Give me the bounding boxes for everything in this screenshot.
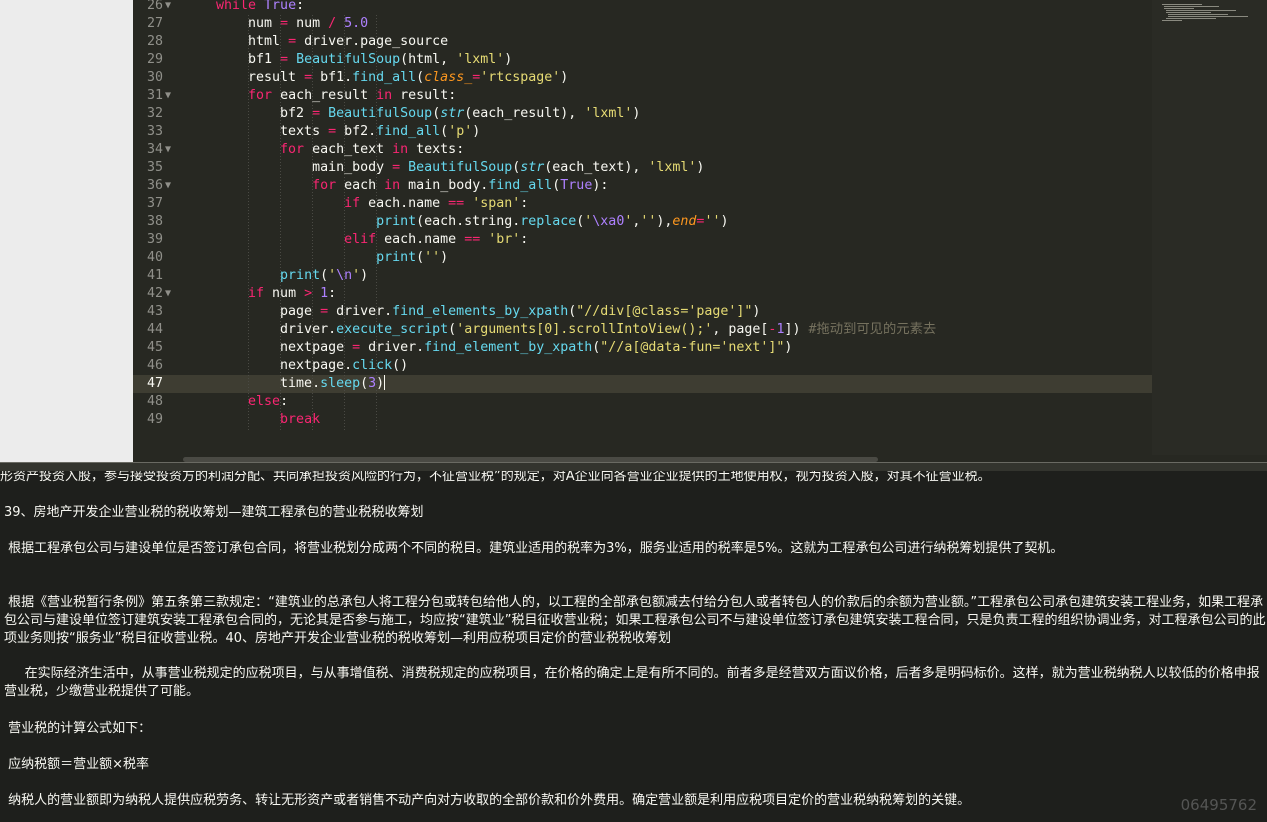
code-text[interactable]: driver.execute_script('arguments[0].scro…: [216, 321, 936, 339]
code-text[interactable]: html = driver.page_source: [216, 33, 448, 51]
code-line[interactable]: 26 ▼ while True:: [133, 0, 1153, 15]
code-editor[interactable]: 26 ▼ while True: 27 num = num / 5.0 28 html …: [133, 0, 1267, 462]
code-line[interactable]: 34 ▼ for each_text in texts:: [133, 141, 1153, 159]
line-number: 38: [146, 214, 163, 229]
output-line: 在实际经济生活中，从事营业税规定的应税项目，与从事增值税、消费税规定的应税项目，…: [4, 666, 1260, 699]
line-number: 48: [146, 394, 163, 409]
code-line[interactable]: 32 bf2 = BeautifulSoup(str(each_result),…: [133, 105, 1153, 123]
code-line[interactable]: 46 nextpage.click(): [133, 357, 1153, 375]
fold-toggle-icon[interactable]: ▼: [165, 87, 177, 105]
code-text[interactable]: print('\n'): [216, 267, 368, 285]
code-line[interactable]: 38 print(each.string.replace('\xa0',''),…: [133, 213, 1153, 231]
output-line: 营业税的计算公式如下：: [4, 721, 152, 736]
fold-toggle-icon[interactable]: ▼: [165, 141, 177, 159]
indent-guide: [344, 15, 345, 430]
line-number: 46: [146, 358, 163, 373]
code-line[interactable]: 33 texts = bf2.find_all('p'): [133, 123, 1153, 141]
line-number: 30: [146, 70, 163, 85]
output-line: 39、房地产开发企业营业税的税收筹划—建筑工程承包的营业税税收筹划: [4, 505, 424, 520]
output-panel: 形资产投资入股，参与接受投资方的利润分配、共同承担投资风险的行为，不征营业税”的…: [0, 471, 1267, 822]
code-line[interactable]: 45 nextpage = driver.find_element_by_xpa…: [133, 339, 1153, 357]
code-text[interactable]: page = driver.find_elements_by_xpath("//…: [216, 303, 760, 321]
code-line[interactable]: 41 print('\n'): [133, 267, 1153, 285]
minimap-preview: [1162, 4, 1248, 21]
line-number: 28: [146, 34, 163, 49]
code-line[interactable]: 39 elif each.name == 'br':: [133, 231, 1153, 249]
code-line[interactable]: 44 driver.execute_script('arguments[0].s…: [133, 321, 1153, 339]
line-number: 45: [146, 340, 163, 355]
left-panel: [0, 0, 133, 462]
output-line: 应纳税额＝营业额×税率: [4, 757, 150, 772]
line-number: 33: [146, 124, 163, 139]
code-text[interactable]: print(each.string.replace('\xa0',''),end…: [216, 213, 728, 231]
watermark: 06495762: [1180, 796, 1257, 814]
line-number: 26: [146, 0, 163, 13]
minimap[interactable]: [1152, 0, 1267, 455]
fold-toggle-icon[interactable]: ▼: [165, 0, 177, 15]
code-text[interactable]: nextpage = driver.find_element_by_xpath(…: [216, 339, 792, 357]
code-text[interactable]: break: [216, 411, 320, 429]
code-text[interactable]: for each_text in texts:: [216, 141, 464, 159]
code-text[interactable]: if num > 1:: [216, 285, 336, 303]
code-line[interactable]: 29 bf1 = BeautifulSoup(html, 'lxml'): [133, 51, 1153, 69]
code-text[interactable]: else:: [216, 393, 288, 411]
output-line: 纳税人的营业额即为纳税人提供应税劳务、转让无形资产或者销售不动产向对方收取的全部…: [4, 793, 971, 808]
line-number: 31: [146, 88, 163, 103]
code-text[interactable]: time.sleep(3): [216, 375, 386, 393]
output-line: 根据工程承包公司与建设单位是否签订承包合同，将营业税划分成两个不同的税目。建筑业…: [4, 541, 1064, 556]
code-line[interactable]: 42 ▼ if num > 1:: [133, 285, 1153, 303]
code-line[interactable]: 27 num = num / 5.0: [133, 15, 1153, 33]
line-number: 42: [146, 286, 163, 301]
indent-guide: [248, 15, 249, 430]
indent-guide: [280, 15, 281, 430]
code-line[interactable]: 47 time.sleep(3): [133, 375, 1153, 393]
line-number: 43: [146, 304, 163, 319]
code-text[interactable]: result = bf1.find_all(class_='rtcspage'): [216, 69, 568, 87]
code-text[interactable]: print(''): [216, 249, 448, 267]
code-line[interactable]: 49 break: [133, 411, 1153, 429]
code-text[interactable]: for each_result in result:: [216, 87, 456, 105]
line-number: 35: [146, 160, 163, 175]
line-number: 39: [146, 232, 163, 247]
code-line[interactable]: 35 main_body = BeautifulSoup(str(each_te…: [133, 159, 1153, 177]
code-text[interactable]: main_body = BeautifulSoup(str(each_text)…: [216, 159, 704, 177]
line-number: 41: [146, 268, 163, 283]
code-line[interactable]: 30 result = bf1.find_all(class_='rtcspag…: [133, 69, 1153, 87]
code-text[interactable]: num = num / 5.0: [216, 15, 368, 33]
code-line[interactable]: 48 else:: [133, 393, 1153, 411]
code-text[interactable]: texts = bf2.find_all('p'): [216, 123, 480, 141]
line-number: 36: [146, 178, 163, 193]
code-line[interactable]: 36 ▼ for each in main_body.find_all(True)…: [133, 177, 1153, 195]
code-line[interactable]: 37 if each.name == 'span':: [133, 195, 1153, 213]
code-text[interactable]: while True:: [216, 0, 304, 15]
code-line[interactable]: 40 print(''): [133, 249, 1153, 267]
fold-toggle-icon[interactable]: ▼: [165, 177, 177, 195]
line-number: 47: [146, 376, 163, 391]
line-number: 37: [146, 196, 163, 211]
code-line[interactable]: 31 ▼ for each_result in result:: [133, 87, 1153, 105]
line-number: 27: [146, 16, 163, 31]
line-number: 44: [146, 322, 163, 337]
code-line[interactable]: 43 page = driver.find_elements_by_xpath(…: [133, 303, 1153, 321]
code-text[interactable]: elif each.name == 'br':: [216, 231, 528, 249]
indent-guide: [376, 15, 377, 430]
code-text[interactable]: if each.name == 'span':: [216, 195, 528, 213]
code-text[interactable]: for each in main_body.find_all(True):: [216, 177, 608, 195]
line-number: 40: [146, 250, 163, 265]
code-line[interactable]: 28 html = driver.page_source: [133, 33, 1153, 51]
indent-guide: [312, 15, 313, 430]
code-text[interactable]: bf1 = BeautifulSoup(html, 'lxml'): [216, 51, 512, 69]
fold-toggle-icon[interactable]: ▼: [165, 285, 177, 303]
line-number: 32: [146, 106, 163, 121]
output-line: 形资产投资入股，参与接受投资方的利润分配、共同承担投资风险的行为，不征营业税”的…: [0, 471, 991, 484]
line-number: 29: [146, 52, 163, 67]
line-number: 34: [146, 142, 163, 157]
output-line: 根据《营业税暂行条例》第五条第三款规定：“建筑业的总承包人将工程分包或转包给他人…: [4, 595, 1266, 646]
line-number: 49: [146, 412, 163, 427]
